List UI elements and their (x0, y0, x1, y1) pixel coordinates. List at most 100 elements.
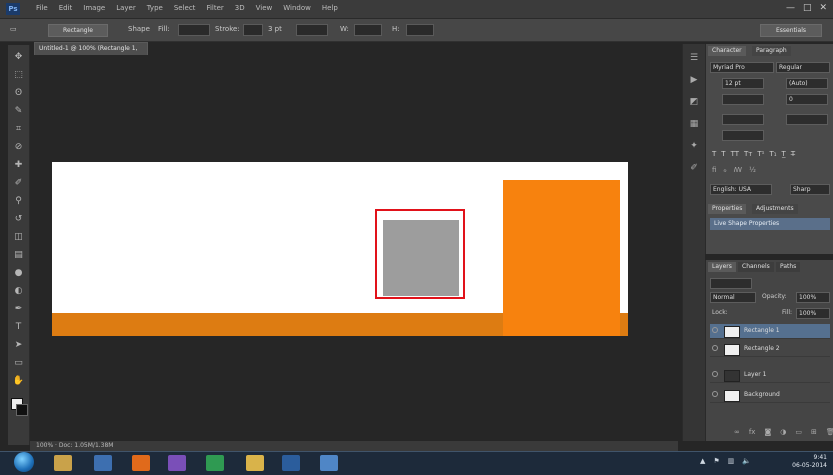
new-layer-icon[interactable]: ⊞ (811, 428, 817, 436)
subscript-button[interactable]: T₁ (769, 150, 776, 158)
menu-file[interactable]: File (36, 4, 48, 12)
layer-style-icon[interactable]: fx (749, 428, 756, 436)
visibility-eye-icon[interactable] (712, 327, 718, 333)
move-tool-icon[interactable]: ✥ (12, 51, 25, 64)
language-dropdown[interactable]: English: USA (710, 184, 772, 195)
clone-stamp-tool-icon[interactable]: ⚲ (12, 195, 25, 208)
width-field[interactable] (354, 24, 382, 36)
fill-field[interactable]: 100% (796, 308, 830, 319)
font-size-field[interactable]: 12 pt (722, 78, 764, 89)
trash-icon[interactable]: 🗑 (826, 428, 833, 436)
swatches-panel-icon[interactable]: ▦ (688, 118, 700, 130)
menu-window[interactable]: Window (283, 4, 311, 12)
stroke-width-value[interactable]: 3 pt (268, 25, 282, 33)
vertical-scale-field[interactable] (722, 114, 764, 125)
font-family-dropdown[interactable]: Myriad Pro (710, 62, 774, 73)
leading-field[interactable]: (Auto) (786, 78, 828, 89)
menu-edit[interactable]: Edit (59, 4, 73, 12)
healing-brush-tool-icon[interactable]: ✚ (12, 159, 25, 172)
taskbar-photoshop-icon[interactable] (282, 455, 300, 471)
stroke-type-dropdown[interactable] (296, 24, 328, 36)
layer-filter-dropdown[interactable] (710, 278, 752, 289)
color-panel-icon[interactable]: ◩ (688, 96, 700, 108)
hand-tool-icon[interactable]: ✋ (12, 375, 25, 388)
quick-select-tool-icon[interactable]: ✎ (12, 105, 25, 118)
tab-layers[interactable]: Layers (708, 262, 736, 272)
brush-tool-icon[interactable]: ✐ (12, 177, 25, 190)
ligature-button[interactable]: fi (712, 166, 716, 174)
history-panel-icon[interactable]: ☰ (688, 52, 700, 64)
opacity-field[interactable]: 100% (796, 292, 830, 303)
menu-help[interactable]: Help (322, 4, 338, 12)
crop-tool-icon[interactable]: ⌗ (12, 123, 25, 136)
adjustment-layer-icon[interactable]: ◑ (780, 428, 786, 436)
strikethrough-button[interactable]: T̶ (791, 150, 795, 158)
new-group-icon[interactable]: ▭ (795, 428, 802, 436)
antialias-dropdown[interactable]: Sharp (790, 184, 830, 195)
swash-button[interactable]: ꟿ (734, 166, 742, 174)
fill-swatch[interactable] (178, 24, 210, 36)
tab-character[interactable]: Character (708, 46, 746, 56)
dodge-tool-icon[interactable]: ◐ (12, 285, 25, 298)
workspace-switcher[interactable]: Essentials (760, 24, 822, 37)
horizontal-scale-field[interactable] (786, 114, 828, 125)
taskbar-media-icon[interactable] (94, 455, 112, 471)
taskbar-monitor-icon[interactable] (320, 455, 338, 471)
taskbar-explorer-icon[interactable] (54, 455, 72, 471)
tab-paths[interactable]: Paths (776, 262, 801, 272)
visibility-eye-icon[interactable] (712, 371, 718, 377)
tab-channels[interactable]: Channels (738, 262, 774, 272)
small-caps-button[interactable]: Tт (744, 150, 752, 158)
font-style-dropdown[interactable]: Regular (776, 62, 830, 73)
rectangle-tool-icon[interactable]: ▭ (12, 357, 25, 370)
tool-preset-picker[interactable]: Rectangle (48, 24, 108, 37)
tracking-field[interactable]: 0 (786, 94, 828, 105)
faux-bold-button[interactable]: T (712, 150, 716, 158)
taskbar-firefox-icon[interactable] (132, 455, 150, 471)
fraction-button[interactable]: ½ (749, 166, 756, 174)
visibility-eye-icon[interactable] (712, 345, 718, 351)
lasso-tool-icon[interactable]: ʘ (12, 87, 25, 100)
height-field[interactable] (406, 24, 434, 36)
history-brush-tool-icon[interactable]: ↺ (12, 213, 25, 226)
close-button[interactable]: ✕ (819, 3, 827, 13)
menu-filter[interactable]: Filter (206, 4, 223, 12)
baseline-shift-field[interactable] (722, 130, 764, 141)
menu-view[interactable]: View (256, 4, 273, 12)
menu-layer[interactable]: Layer (116, 4, 136, 12)
faux-italic-button[interactable]: T (721, 150, 725, 158)
rectangle-tool-icon[interactable]: ▭ (10, 25, 17, 33)
volume-icon[interactable]: 🔈 (742, 457, 751, 465)
minimize-button[interactable]: — (786, 3, 795, 13)
styles-panel-icon[interactable]: ✦ (688, 140, 700, 152)
background-color-swatch[interactable] (16, 404, 28, 416)
photoshop-logo-icon[interactable]: Ps (6, 3, 20, 15)
clock[interactable]: 9:41 06-05-2014 (792, 454, 827, 470)
link-layers-icon[interactable]: ∞ (734, 428, 740, 436)
tray-arrow-icon[interactable]: ▲ (700, 457, 705, 465)
tab-paragraph[interactable]: Paragraph (752, 46, 791, 56)
all-caps-button[interactable]: TT (731, 150, 739, 158)
tab-adjustments[interactable]: Adjustments (752, 204, 798, 214)
taskbar-visual-studio-icon[interactable] (168, 455, 186, 471)
orange-rectangle[interactable] (503, 180, 620, 336)
flag-icon[interactable]: ⚑ (713, 457, 719, 465)
menu-image[interactable]: Image (83, 4, 105, 12)
network-icon[interactable]: ▥ (728, 457, 735, 465)
start-button[interactable] (14, 452, 34, 472)
underline-button[interactable]: T̲ (782, 150, 786, 158)
tab-properties[interactable]: Properties (708, 204, 747, 214)
layer-row[interactable]: Rectangle 2 (710, 342, 830, 357)
blend-mode-dropdown[interactable]: Normal (710, 292, 756, 303)
taskbar-paint-icon[interactable] (246, 455, 264, 471)
layer-row[interactable]: Rectangle 1 (710, 324, 830, 339)
actions-panel-icon[interactable]: ▶ (688, 74, 700, 86)
maximize-button[interactable]: □ (803, 3, 812, 13)
visibility-eye-icon[interactable] (712, 391, 718, 397)
path-select-tool-icon[interactable]: ➤ (12, 339, 25, 352)
superscript-button[interactable]: T¹ (757, 150, 764, 158)
type-tool-icon[interactable]: T (12, 321, 25, 334)
document-tab[interactable]: Untitled-1 @ 100% (Rectangle 1, RGB/8) (34, 42, 148, 64)
kerning-field[interactable] (722, 94, 764, 105)
menu-select[interactable]: Select (174, 4, 196, 12)
